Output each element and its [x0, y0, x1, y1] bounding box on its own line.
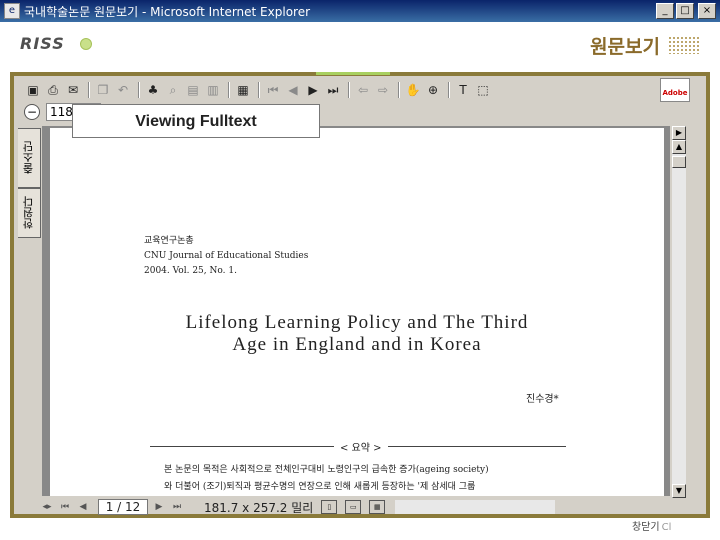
next-page-icon[interactable]: ▶ — [152, 502, 166, 512]
abstract-label: < 요약 > — [334, 439, 388, 454]
continuous-page-icon[interactable]: ▭ — [345, 500, 362, 514]
toolbar-separator — [398, 82, 400, 98]
maximize-button[interactable]: □ — [676, 3, 694, 19]
pdf-toolbar: ▣ ⎙ ✉ ❐ ↶ ♣ ⌕ ▤ ▥ ▦ ⏮ ◀ ▶ ⏭ ⇦ ⇨ ✋ ⊕ T ⬚ — [24, 80, 688, 100]
status-menu-icon[interactable]: ◂▸ — [40, 502, 54, 512]
journal-issue: 2004. Vol. 25, No. 1. — [144, 266, 237, 276]
toolbar-separator — [88, 82, 90, 98]
scroll-up-icon[interactable]: ▲ — [672, 140, 686, 154]
first-page-icon[interactable]: ⏮ — [58, 502, 72, 512]
journal-name-kr: 교육연구논총 — [144, 236, 194, 246]
abstract-text: 본 논문의 목적은 사회적으로 전체인구대비 노령인구의 급속한 증가(agei… — [164, 462, 594, 496]
zoom-out-icon[interactable]: − — [24, 104, 40, 120]
page-number-field[interactable]: 1 / 12 — [98, 499, 148, 515]
zoom-in-icon[interactable]: ⊕ — [424, 81, 442, 99]
back-icon[interactable]: ⇦ — [354, 81, 372, 99]
previous-page-icon[interactable]: ◀ — [76, 502, 90, 512]
viewer-statusbar: ◂▸ ⏮ ◀ 1 / 12 ▶ ⏭ 181.7 x 257.2 밀리 ▯ ▭ ▦ — [40, 498, 686, 516]
close-window-button[interactable]: × — [698, 3, 716, 19]
horizontal-scrollbar[interactable] — [395, 500, 556, 514]
paper-title-line: Lifelong Learning Policy and The Third — [185, 312, 529, 333]
adobe-logo: Adobe — [660, 78, 690, 102]
toolbar-separator — [228, 82, 230, 98]
paper-title-line: Age in England and in Korea — [232, 334, 482, 355]
first-page-icon[interactable]: ⏮ — [264, 81, 282, 99]
window-title: 국내학술논문 원문보기 - Microsoft Internet Explore… — [24, 4, 311, 19]
toolbar-separator — [258, 82, 260, 98]
journal-name-en: CNU Journal of Educational Studies — [144, 251, 309, 261]
scroll-right-icon[interactable]: ▶ — [672, 126, 686, 140]
next-page-icon[interactable]: ▶ — [304, 81, 322, 99]
abstract-line: 와 더불어 (조기)퇴직과 평균수명의 연장으로 인해 새롭게 등장하는 '제 … — [164, 482, 476, 492]
last-page-icon[interactable]: ⏭ — [170, 502, 184, 512]
page-header: RISS 원문보기 — [0, 22, 720, 72]
side-tab-1[interactable]: 출소단 — [18, 128, 41, 188]
save-icon[interactable]: ▣ — [24, 81, 42, 99]
riss-logo[interactable]: RISS — [20, 34, 65, 53]
bookmark-panel-icon[interactable]: ▦ — [234, 81, 252, 99]
scroll-down-icon[interactable]: ▼ — [672, 484, 686, 498]
abstract-line: 본 논문의 목적은 사회적으로 전체인구대비 노령인구의 급속한 증가(agei… — [164, 465, 489, 475]
viewing-fulltext-tooltip: Viewing Fulltext — [72, 104, 320, 138]
toolbar-separator — [138, 82, 140, 98]
find-icon[interactable]: ♣ — [144, 81, 162, 99]
undo-icon[interactable]: ↶ — [114, 81, 132, 99]
forward-icon[interactable]: ⇨ — [374, 81, 392, 99]
search-icon[interactable]: ⌕ — [164, 81, 182, 99]
doc-icon[interactable]: ▤ — [184, 81, 202, 99]
close-label-en: Cl — [661, 522, 672, 533]
snapshot-icon[interactable]: ⬚ — [474, 81, 492, 99]
dots-decoration-icon — [668, 36, 700, 54]
logo-dot-icon — [80, 38, 92, 50]
close-label: 창닫기 — [632, 522, 660, 533]
toolbar-separator — [448, 82, 450, 98]
print-icon[interactable]: ⎙ — [44, 81, 62, 99]
facing-pages-icon[interactable]: ▦ — [369, 500, 386, 514]
side-tab-2[interactable]: 한원다 — [18, 188, 41, 238]
paper-author: 진수경* — [526, 394, 559, 405]
copy-icon[interactable]: ❐ — [94, 81, 112, 99]
page-dimensions: 181.7 x 257.2 밀리 — [204, 500, 314, 515]
close-page-link[interactable]: 창닫기 Cl — [632, 518, 671, 533]
toolbar-separator — [348, 82, 350, 98]
paper-title: Lifelong Learning Policy and The Third A… — [50, 312, 664, 356]
page-title: 원문보기 — [590, 36, 660, 58]
email-icon[interactable]: ✉ — [64, 81, 82, 99]
vertical-scrollbar[interactable]: ▶ ▲ ▼ — [672, 126, 686, 498]
scroll-thumb[interactable] — [672, 156, 686, 168]
previous-page-icon[interactable]: ◀ — [284, 81, 302, 99]
single-page-icon[interactable]: ▯ — [321, 500, 338, 514]
ie-icon: e — [4, 3, 20, 19]
hand-tool-icon[interactable]: ✋ — [404, 81, 422, 99]
journal-info: 교육연구논총 CNU Journal of Educational Studie… — [144, 234, 308, 279]
frame-accent — [316, 72, 390, 75]
document-page: 교육연구논총 CNU Journal of Educational Studie… — [50, 128, 664, 496]
minimize-button[interactable]: _ — [656, 3, 674, 19]
doc-next-icon[interactable]: ▥ — [204, 81, 222, 99]
window-titlebar: e 국내학술논문 원문보기 - Microsoft Internet Explo… — [0, 0, 720, 22]
last-page-icon[interactable]: ⏭ — [324, 81, 342, 99]
text-select-icon[interactable]: T — [454, 81, 472, 99]
